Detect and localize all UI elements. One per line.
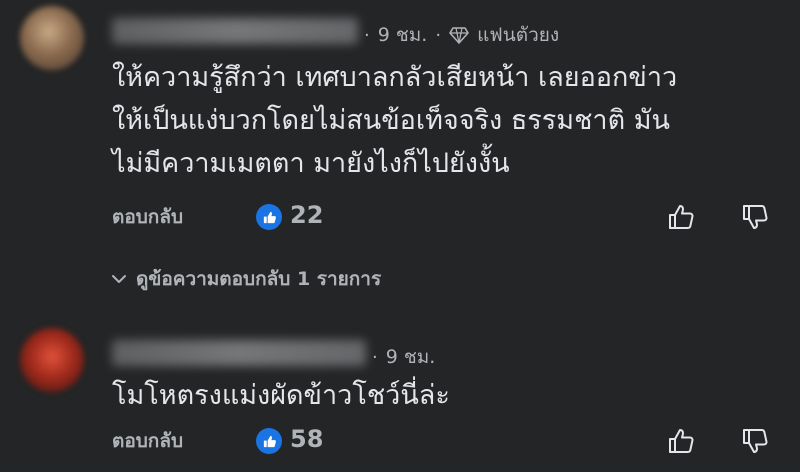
thumb-up-icon[interactable] xyxy=(666,426,696,456)
reply-button[interactable]: ตอบกลับ xyxy=(112,202,183,232)
avatar[interactable] xyxy=(20,6,84,70)
fan-badge: แฟนตัวยง xyxy=(477,24,560,46)
diamond-icon xyxy=(449,27,469,44)
separator-dot: · xyxy=(435,24,442,46)
thumb-up-icon[interactable] xyxy=(666,202,696,232)
view-replies-label: ดูข้อความตอบกลับ 1 รายการ xyxy=(136,268,382,290)
comment-meta: · 9 ชม. · แฟนตัวยง xyxy=(364,20,559,50)
reply-button[interactable]: ตอบกลับ xyxy=(112,426,183,456)
thumb-down-icon[interactable] xyxy=(740,202,770,232)
separator-dot: · xyxy=(364,24,370,46)
thumb-down-icon[interactable] xyxy=(740,426,770,456)
like-badge-icon[interactable] xyxy=(256,204,282,230)
chevron-down-icon xyxy=(112,275,126,283)
comment-actions: ตอบกลับ 22 xyxy=(112,197,800,237)
timestamp[interactable]: 9 ชม. xyxy=(386,342,436,372)
timestamp[interactable]: 9 ชม. xyxy=(378,20,428,50)
like-count: 58 xyxy=(290,425,324,453)
comment-line: ให้ความรู้สึกว่า เทศบาลกลัวเสียหน้า เลยอ… xyxy=(112,62,678,93)
like-badge-icon[interactable] xyxy=(256,428,282,454)
comment-body: โมโหตรงแม่งผัดข้าวโชว์นี่ล่ะ xyxy=(112,374,450,417)
comment-meta: · 9 ชม. xyxy=(372,342,435,372)
view-replies-link[interactable]: ดูข้อความตอบกลับ 1 รายการ xyxy=(112,264,381,294)
comment-line: ให้เป็นแง่บวกโดยไม่สนข้อเท็จจริง ธรรมชาต… xyxy=(112,105,670,136)
comment-actions: ตอบกลับ 58 xyxy=(112,421,800,461)
comment-line: โมโหตรงแม่งผัดข้าวโชว์นี่ล่ะ xyxy=(112,380,450,411)
like-count: 22 xyxy=(290,201,324,229)
comment-line: ไม่มีความเมตตา มายังไงก็ไปยังงั้น xyxy=(112,148,510,179)
comment-body: ให้ความรู้สึกว่า เทศบาลกลัวเสียหน้า เลยอ… xyxy=(112,56,677,185)
separator-dot: · xyxy=(372,346,378,368)
avatar[interactable] xyxy=(20,328,84,392)
author-name-blurred[interactable] xyxy=(112,340,366,366)
author-name-blurred[interactable] xyxy=(112,18,358,44)
